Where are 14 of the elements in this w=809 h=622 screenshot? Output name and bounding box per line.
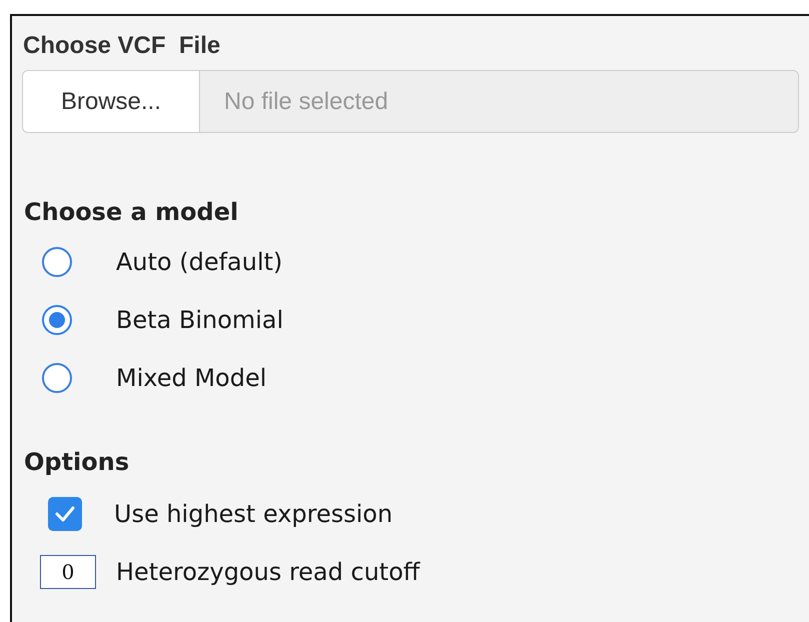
radio-button[interactable]: [42, 363, 72, 393]
radio-label: Beta Binomial: [116, 306, 284, 334]
number-input[interactable]: 0: [40, 555, 96, 589]
input-label: Heterozygous read cutoff: [116, 558, 420, 586]
checkbox-label: Use highest expression: [114, 500, 393, 528]
section-heading: Options: [23, 447, 130, 478]
radio-button[interactable]: [42, 305, 72, 335]
section-heading: Choose a model: [23, 197, 240, 228]
field-label: Choose VCF File: [22, 32, 222, 60]
radio-label: Mixed Model: [116, 364, 267, 392]
checkbox[interactable]: [48, 497, 82, 531]
radio-button[interactable]: [42, 247, 72, 277]
radio-label: Auto (default): [116, 248, 283, 276]
check-icon: [54, 505, 76, 523]
